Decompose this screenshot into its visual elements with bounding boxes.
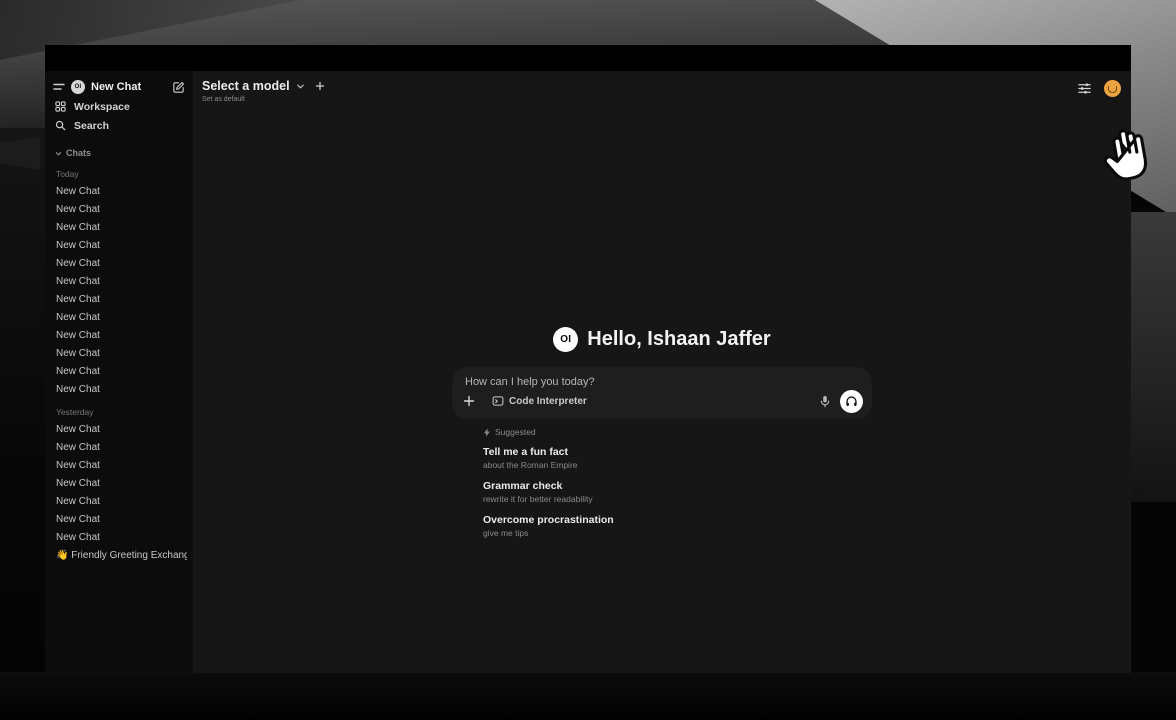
chat-list-item[interactable]: New Chat — [51, 345, 187, 363]
attach-plus-icon[interactable] — [463, 395, 475, 407]
suggested-title: Grammar check — [483, 480, 872, 492]
model-selector-wrap: Select a model Set as default — [202, 79, 325, 103]
suggested-header: Suggested — [483, 427, 872, 437]
search-icon — [55, 120, 66, 131]
topbar-right — [1077, 80, 1121, 97]
suggested-subtitle: give me tips — [483, 528, 872, 538]
chat-list-item[interactable]: New Chat — [51, 511, 187, 529]
sidebar-toggle-icon[interactable] — [53, 81, 65, 93]
chat-group-label: Yesterday — [51, 407, 187, 417]
chat-list-item[interactable]: New Chat — [51, 291, 187, 309]
suggested-list: Tell me a fun fact about the Roman Empire… — [483, 446, 872, 538]
chat-list-item[interactable]: New Chat — [51, 309, 187, 327]
chats-section-toggle[interactable]: Chats — [51, 145, 187, 161]
greeting-text: Hello, Ishaan Jaffer — [587, 328, 770, 351]
microphone-icon[interactable] — [819, 395, 831, 408]
voice-call-button[interactable] — [840, 390, 863, 413]
suggested-section: Suggested Tell me a fun fact about the Ro… — [452, 427, 872, 548]
sidebar-item-search[interactable]: Search — [51, 116, 187, 135]
chat-list-item[interactable]: New Chat — [51, 237, 187, 255]
greeting: OI Hello, Ishaan Jaffer — [553, 327, 770, 352]
model-selector[interactable]: Select a model — [202, 79, 325, 93]
search-label: Search — [74, 120, 109, 132]
chat-list-item[interactable]: New Chat — [51, 493, 187, 511]
chat-list-item[interactable]: New Chat — [51, 457, 187, 475]
suggested-title: Tell me a fun fact — [483, 446, 872, 458]
app-window: OI New Chat Workspace Search — [45, 45, 1131, 673]
chat-list-item[interactable]: New Chat — [51, 363, 187, 381]
backdrop-left-patch — [0, 136, 40, 170]
model-selector-label: Select a model — [202, 79, 290, 93]
chat-list-item[interactable]: New Chat — [51, 529, 187, 547]
backdrop-right — [1128, 212, 1176, 502]
backdrop-bottom — [0, 672, 1176, 720]
chat-input-box[interactable]: How can I help you today? Code Interpret… — [452, 367, 872, 419]
center-column: OI Hello, Ishaan Jaffer How can I help y… — [193, 327, 1131, 548]
chat-list-item[interactable]: New Chat — [51, 273, 187, 291]
chat-list-item[interactable]: New Chat — [51, 381, 187, 399]
bolt-icon — [483, 428, 491, 437]
window-top-strip — [45, 45, 1131, 71]
suggested-prompt[interactable]: Tell me a fun fact about the Roman Empire — [483, 446, 872, 470]
sidebar-item-workspace[interactable]: Workspace — [51, 97, 187, 116]
user-avatar[interactable] — [1104, 80, 1121, 97]
suggested-subtitle: about the Roman Empire — [483, 460, 872, 470]
code-interpreter-icon — [492, 395, 504, 407]
chat-list-item[interactable]: 👋 Friendly Greeting Exchange — [51, 547, 187, 565]
suggested-label: Suggested — [495, 427, 536, 437]
chat-groups: TodayNew ChatNew ChatNew ChatNew ChatNew… — [51, 169, 187, 565]
code-interpreter-label: Code Interpreter — [509, 396, 587, 407]
chat-list-item[interactable]: New Chat — [51, 475, 187, 493]
app-logo-icon: OI — [71, 80, 85, 94]
avatar-glyph — [1108, 86, 1117, 93]
chat-list-item[interactable]: New Chat — [51, 255, 187, 273]
sidebar: OI New Chat Workspace Search — [45, 71, 193, 673]
set-default-button[interactable]: Set as default — [202, 96, 325, 103]
workspace-grid-icon — [55, 101, 66, 112]
chat-list-item[interactable]: New Chat — [51, 421, 187, 439]
suggested-prompt[interactable]: Grammar check rewrite it for better reada… — [483, 480, 872, 504]
backdrop-left — [0, 128, 46, 688]
settings-sliders-icon[interactable] — [1077, 81, 1092, 96]
screen: OI New Chat Workspace Search — [0, 0, 1176, 720]
suggested-title: Overcome procrastination — [483, 514, 872, 526]
chat-list-item[interactable]: New Chat — [51, 201, 187, 219]
chats-section-label: Chats — [66, 148, 91, 158]
chat-input-placeholder: How can I help you today? — [465, 376, 595, 388]
chevron-down-icon — [55, 150, 62, 157]
topbar: Select a model Set as default — [193, 77, 1131, 111]
main-area: Select a model Set as default — [193, 71, 1131, 673]
chat-group-label: Today — [51, 169, 187, 179]
new-chat-icon[interactable] — [172, 81, 185, 94]
sidebar-title: New Chat — [91, 81, 141, 93]
chat-list-item[interactable]: New Chat — [51, 327, 187, 345]
app-logo-icon: OI — [553, 327, 578, 352]
chat-list-item[interactable]: New Chat — [51, 183, 187, 201]
chat-list-item[interactable]: New Chat — [51, 219, 187, 237]
add-model-icon[interactable] — [315, 81, 325, 91]
suggested-subtitle: rewrite it for better readability — [483, 494, 872, 504]
suggested-prompt[interactable]: Overcome procrastination give me tips — [483, 514, 872, 538]
input-toolbar: Code Interpreter — [463, 389, 863, 413]
headphones-icon — [845, 395, 858, 408]
chevron-down-icon — [296, 82, 305, 91]
code-interpreter-toggle[interactable]: Code Interpreter — [492, 395, 587, 407]
workspace-label: Workspace — [74, 101, 130, 113]
chat-list-item[interactable]: New Chat — [51, 439, 187, 457]
sidebar-header: OI New Chat — [51, 77, 187, 97]
